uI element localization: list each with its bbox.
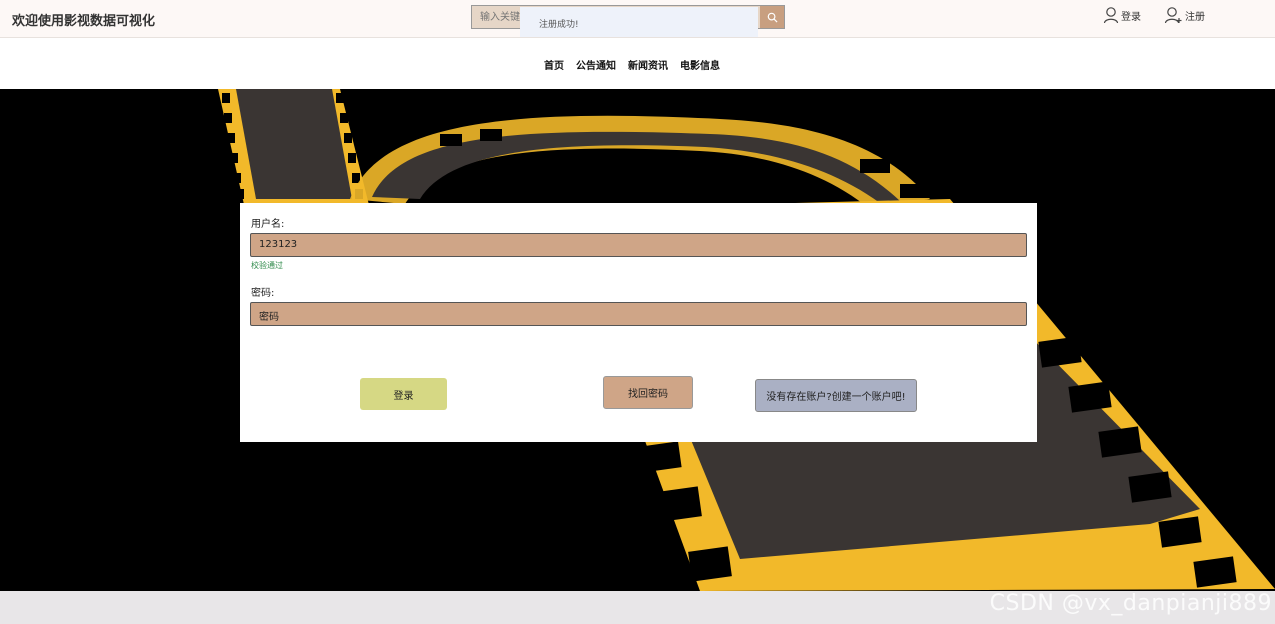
login-form: 用户名: 123123 校验通过 密码: 密码 登录 找回密码 没有存在账户?创…	[240, 203, 1037, 442]
username-label: 用户名:	[251, 219, 285, 230]
password-label: 密码:	[251, 288, 275, 299]
password-field[interactable]: 密码	[250, 302, 1027, 326]
search-icon	[767, 12, 778, 23]
watermark-text: CSDN @vx_danpianji889	[989, 591, 1272, 616]
nav-item-news[interactable]: 新闻资讯	[628, 57, 668, 72]
add-user-icon	[1164, 7, 1182, 24]
toast-message: 注册成功!	[520, 7, 758, 37]
register-link[interactable]: 注册	[1164, 6, 1205, 24]
login-link-label: 登录	[1121, 11, 1141, 23]
username-validation-text: 校验通过	[251, 261, 283, 270]
nav-item-movies[interactable]: 电影信息	[680, 57, 720, 72]
register-link-label: 注册	[1185, 11, 1205, 23]
search-button[interactable]	[760, 6, 784, 28]
create-account-button[interactable]: 没有存在账户?创建一个账户吧!	[755, 379, 917, 412]
nav-item-home[interactable]: 首页	[544, 57, 564, 72]
footer: CSDN @vx_danpianji889	[0, 591, 1275, 624]
user-icon	[1103, 7, 1119, 24]
forgot-password-button[interactable]: 找回密码	[603, 376, 693, 409]
main-nav: 首页 公告通知 新闻资讯 电影信息	[0, 39, 1275, 89]
username-field[interactable]: 123123	[250, 233, 1027, 257]
login-button[interactable]: 登录	[360, 378, 447, 410]
login-link[interactable]: 登录	[1103, 6, 1141, 24]
top-bar: 欢迎使用影视数据可视化 注册成功! 登录 注册	[0, 0, 1275, 38]
nav-item-notices[interactable]: 公告通知	[576, 57, 616, 72]
site-title: 欢迎使用影视数据可视化	[12, 14, 156, 29]
